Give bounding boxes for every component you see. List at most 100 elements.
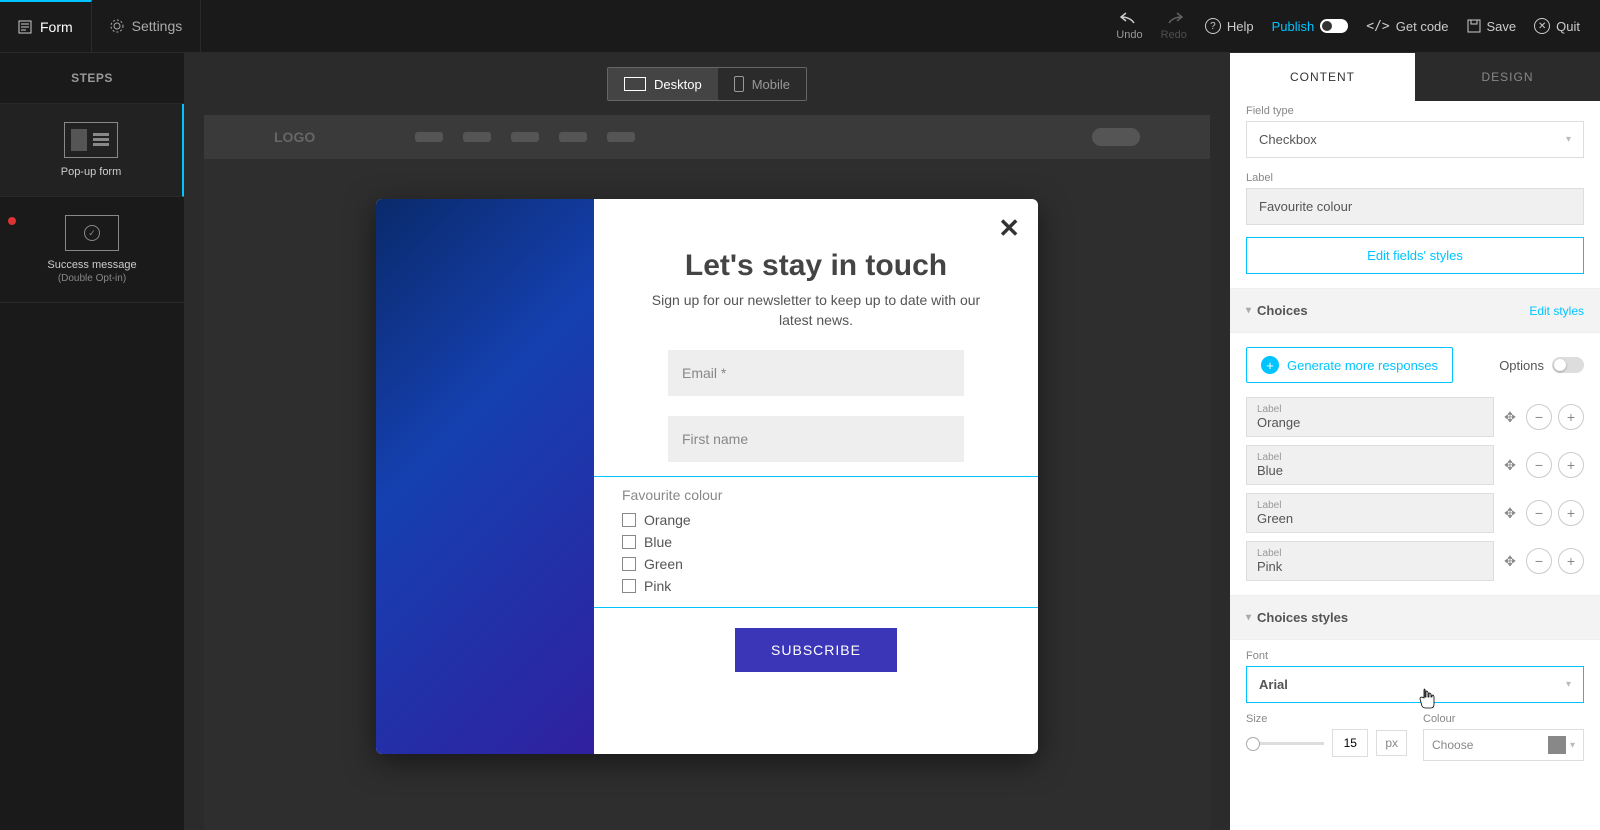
choice-row: LabelBlue ✥ − + [1246,445,1584,485]
nav-placeholder [463,132,491,142]
save-label: Save [1487,19,1517,34]
add-choice-button[interactable]: + [1558,404,1584,430]
choice-input[interactable]: LabelPink [1246,541,1494,581]
device-desktop-button[interactable]: Desktop [608,68,718,100]
tab-design[interactable]: DESIGN [1415,53,1600,101]
add-choice-button[interactable]: + [1558,500,1584,526]
panel-body[interactable]: Field type Checkbox ▾ Label Edit fields'… [1230,101,1600,830]
field-type-select[interactable]: Checkbox ▾ [1246,121,1584,158]
label-label: Label [1246,172,1584,184]
panel-tabs: CONTENT DESIGN [1230,53,1600,101]
popup-subtitle[interactable]: Sign up for our newsletter to keep up to… [634,291,998,330]
checkbox-option[interactable]: Green [622,553,1038,575]
edit-fields-styles-button[interactable]: Edit fields' styles [1246,237,1584,274]
nav-placeholder [415,132,443,142]
save-button[interactable]: Save [1467,19,1517,34]
popup-title[interactable]: Let's stay in touch [634,249,998,283]
step-popup-label: Pop-up form [10,166,172,178]
undo-label: Undo [1116,29,1142,41]
choice-input[interactable]: LabelOrange [1246,397,1494,437]
form-icon [18,20,32,34]
checkbox-option[interactable]: Pink [622,575,1038,597]
checkbox-icon [622,513,636,527]
stage-header: LOGO [204,115,1210,159]
font-value: Arial [1259,677,1288,692]
remove-choice-button[interactable]: − [1526,548,1552,574]
step-success-label: Success message [10,259,174,271]
drag-handle-icon[interactable]: ✥ [1500,505,1520,522]
option-label: Pink [644,578,671,594]
checkbox-option[interactable]: Blue [622,531,1038,553]
favourite-colour-label: Favourite colour [622,487,1038,503]
choices-title: Choices [1257,303,1308,318]
generate-responses-button[interactable]: + Generate more responses [1246,347,1453,383]
add-choice-button[interactable]: + [1558,452,1584,478]
choice-input[interactable]: LabelBlue [1246,445,1494,485]
nav-placeholder [559,132,587,142]
size-colour-row: Size px Colour Choose ▾ [1246,713,1584,761]
checkbox-icon [622,579,636,593]
redo-button[interactable]: Redo [1161,11,1187,41]
step-success-message[interactable]: Success message (Double Opt-in) [0,197,184,303]
add-choice-button[interactable]: + [1558,548,1584,574]
quit-button[interactable]: ✕ Quit [1534,18,1580,34]
font-label: Font [1246,650,1584,662]
generate-row: + Generate more responses Options [1246,333,1584,397]
option-label: Orange [644,512,691,528]
option-label: Green [644,556,683,572]
subscribe-button[interactable]: SUBSCRIBE [735,628,897,672]
choice-value: Pink [1257,559,1483,574]
choice-value: Blue [1257,463,1483,478]
options-toggle[interactable]: Options [1499,357,1584,373]
drag-handle-icon[interactable]: ✥ [1500,553,1520,570]
checkbox-icon [622,557,636,571]
switch-icon[interactable] [1552,357,1584,373]
label-input[interactable] [1246,188,1584,225]
remove-choice-button[interactable]: − [1526,404,1552,430]
favourite-colour-field[interactable]: Favourite colour Orange Blue Green Pink [594,476,1038,608]
device-mobile-button[interactable]: Mobile [718,68,806,100]
choices-section-header[interactable]: ▾Choices Edit styles [1230,288,1600,333]
size-slider[interactable] [1246,742,1324,745]
tab-form-label: Form [40,19,73,35]
nav-pill-placeholder [1092,128,1140,146]
choices-styles-section-header[interactable]: ▾Choices styles [1230,595,1600,640]
colour-control[interactable]: Choose ▾ [1423,729,1584,761]
left-sidebar: STEPS Pop-up form Success message (Doubl… [0,53,184,830]
publish-toggle[interactable] [1320,19,1348,33]
step-popup-form[interactable]: Pop-up form [0,104,184,197]
get-code-button[interactable]: </> Get code [1366,19,1448,34]
stage-body: ✕ Let's stay in touch Sign up for our ne… [204,159,1210,830]
tab-settings[interactable]: Settings [92,0,202,52]
choice-input[interactable]: LabelGreen [1246,493,1494,533]
choice-row: LabelPink ✥ − + [1246,541,1584,581]
popup[interactable]: ✕ Let's stay in touch Sign up for our ne… [376,199,1038,754]
chevron-down-icon: ▾ [1246,612,1251,623]
drag-handle-icon[interactable]: ✥ [1500,457,1520,474]
remove-choice-button[interactable]: − [1526,452,1552,478]
help-button[interactable]: ? Help [1205,18,1254,34]
publish-button[interactable]: Publish [1272,19,1349,34]
undo-icon [1120,11,1138,25]
size-label: Size [1246,713,1407,725]
tab-content[interactable]: CONTENT [1230,53,1415,101]
stage: LOGO ✕ Let's stay in touch Sign up for o… [204,115,1210,830]
font-row: Font Arial ▾ [1246,650,1584,703]
size-control: px [1246,729,1407,757]
popup-close-button[interactable]: ✕ [998,213,1020,244]
edit-styles-link[interactable]: Edit styles [1529,304,1584,318]
firstname-field[interactable] [668,416,964,462]
device-desktop-label: Desktop [654,77,702,92]
remove-choice-button[interactable]: − [1526,500,1552,526]
desktop-icon [624,77,646,91]
tab-form[interactable]: Form [0,0,92,52]
main: STEPS Pop-up form Success message (Doubl… [0,53,1600,830]
undo-button[interactable]: Undo [1116,11,1142,41]
font-select[interactable]: Arial ▾ [1246,666,1584,703]
alert-dot-icon [8,217,16,225]
email-field[interactable] [668,350,964,396]
size-input[interactable] [1332,729,1368,757]
mobile-icon [734,76,744,92]
checkbox-option[interactable]: Orange [622,509,1038,531]
drag-handle-icon[interactable]: ✥ [1500,409,1520,426]
